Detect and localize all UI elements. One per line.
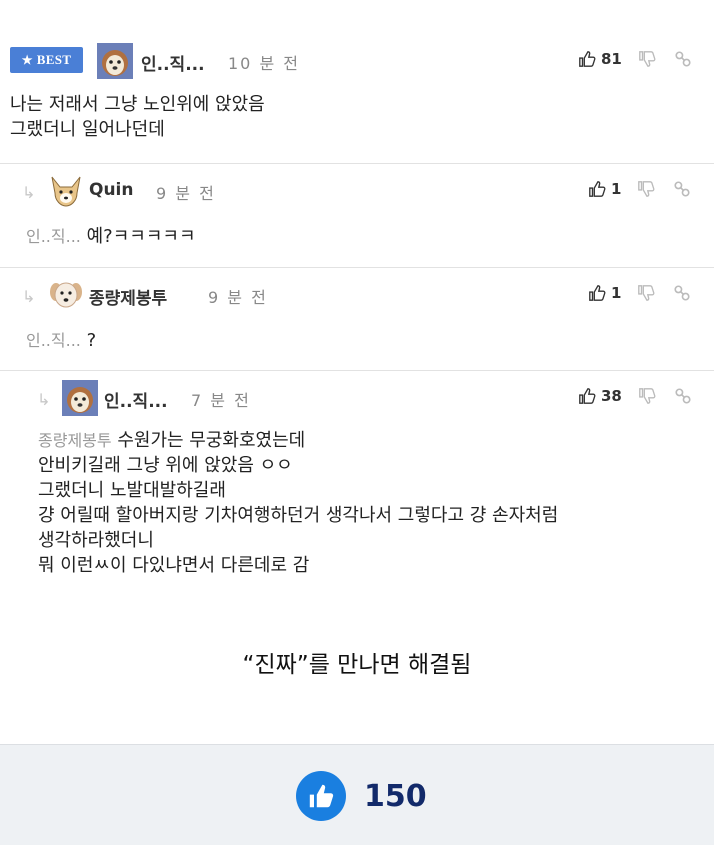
- like-count: 1: [611, 180, 622, 198]
- like-button[interactable]: 1: [588, 284, 621, 302]
- like-count: 81: [601, 50, 622, 68]
- caption: “진짜”를 만나면 해결됨: [242, 652, 472, 678]
- comment-line: ?: [86, 330, 97, 351]
- like-button[interactable]: 1: [588, 180, 621, 198]
- star-icon: ★: [21, 52, 33, 67]
- comment-actions: 38: [578, 387, 692, 405]
- like-count: 1: [611, 284, 622, 302]
- comment-line: 걍 어릴때 할아버지랑 기차여행하던거 생각나서 그렇다고 걍 손자처럼: [38, 505, 559, 526]
- divider: [0, 163, 714, 164]
- comment-line: 안비키길래 그냥 위에 앉았음 ㅇㅇ: [38, 455, 293, 476]
- comment-actions: 1: [588, 284, 691, 302]
- comment-body: 종량제봉투 수원가는 무궁화호였는데 안비키길래 그냥 위에 앉았음 ㅇㅇ 그랬…: [38, 428, 558, 578]
- comment-nickname[interactable]: 종량제봉투: [89, 284, 167, 309]
- footer-like-count: 150: [364, 778, 427, 814]
- link-icon[interactable]: [674, 387, 692, 405]
- link-icon[interactable]: [673, 284, 691, 302]
- thumbs-up-icon: [589, 285, 606, 301]
- thumbs-down-icon[interactable]: [637, 284, 655, 302]
- comment-line: 나는 저래서 그냥 노인위에 앉았음: [10, 94, 265, 115]
- avatar-fox-icon[interactable]: [48, 173, 84, 209]
- like-button[interactable]: 81: [578, 50, 622, 68]
- thumbs-up-icon: [579, 51, 596, 67]
- mention-link[interactable]: 인..직...: [26, 331, 81, 350]
- thumbs-down-icon[interactable]: [638, 387, 656, 405]
- comment-line: 예?ㅋㅋㅋㅋㅋ: [86, 226, 196, 247]
- best-badge-label: BEST: [36, 52, 72, 67]
- thumbs-up-icon: [579, 388, 596, 404]
- thumbs-down-icon[interactable]: [637, 180, 655, 198]
- comment-nickname[interactable]: Quin: [89, 180, 133, 200]
- comment-nickname[interactable]: 인..직...: [141, 50, 205, 75]
- comment-time: 7 분 전: [191, 391, 251, 410]
- comment-line: 수원가는 무궁화호였는데: [117, 430, 306, 451]
- comment-actions: 81: [578, 50, 692, 68]
- reply-arrow-icon: ↳: [37, 390, 51, 409]
- thumbs-up-icon: [296, 771, 346, 821]
- like-count: 38: [601, 387, 622, 405]
- mention-link[interactable]: 인..직...: [26, 227, 81, 246]
- comment-body: 인..직... 예?ㅋㅋㅋㅋㅋ: [26, 224, 196, 249]
- mention-link[interactable]: 종량제봉투: [38, 431, 112, 450]
- like-button[interactable]: 38: [578, 387, 622, 405]
- comment-time: 10 분 전: [228, 54, 300, 73]
- footer-like-button[interactable]: 150: [296, 771, 427, 821]
- avatar-dog-icon[interactable]: [62, 380, 98, 416]
- reply-arrow-icon: ↳: [22, 183, 36, 202]
- comment-actions: 1: [588, 180, 691, 198]
- comment-line: 그랬더니 노발대발하길래: [38, 480, 226, 501]
- link-icon[interactable]: [674, 50, 692, 68]
- link-icon[interactable]: [673, 180, 691, 198]
- divider: [0, 370, 714, 371]
- thumbs-up-icon: [589, 181, 606, 197]
- avatar-dog-icon[interactable]: [97, 43, 133, 79]
- comment-time: 9 분 전: [208, 288, 268, 307]
- comment-line: 그랬더니 일어나던데: [10, 119, 165, 140]
- comment-time: 9 분 전: [156, 184, 216, 203]
- comment-line: 생각하라했더니: [38, 530, 154, 551]
- comment-line: 뭐 이런ㅆ이 다있냐면서 다른데로 감: [38, 555, 310, 576]
- divider: [0, 267, 714, 268]
- thumbs-down-icon[interactable]: [638, 50, 656, 68]
- reply-arrow-icon: ↳: [22, 287, 36, 306]
- comment-body: 인..직... ?: [26, 328, 96, 353]
- best-badge: ★ BEST: [10, 47, 83, 73]
- comment-nickname[interactable]: 인..직...: [104, 387, 168, 412]
- avatar-puppy-icon[interactable]: [48, 276, 84, 312]
- comment-body: 나는 저래서 그냥 노인위에 앉았음 그랬더니 일어나던데: [10, 92, 265, 142]
